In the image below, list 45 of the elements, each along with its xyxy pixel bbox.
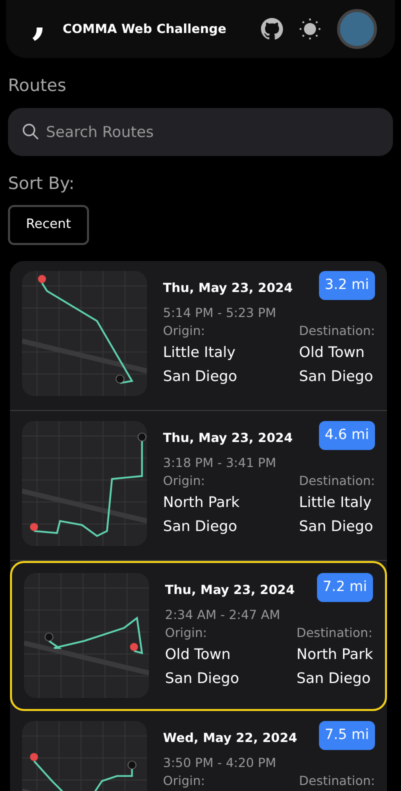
distance-badge: 7.2 mi <box>316 572 373 602</box>
sun-icon[interactable] <box>299 18 321 40</box>
app-title: COMMA Web Challenge <box>62 20 226 38</box>
origin-label: Origin: <box>163 472 206 490</box>
distance-badge: 4.6 mi <box>318 420 375 450</box>
comma-logo: , <box>32 0 47 41</box>
route-item[interactable]: Wed, May 22, 2024 7.5 mi 3:50 PM - 4:20 PM Origin: Destination: <box>10 710 387 791</box>
origin-place: San Diego <box>165 670 240 689</box>
route-date: Thu, May 23, 2024 <box>163 428 293 447</box>
avatar[interactable] <box>337 9 377 49</box>
github-icon[interactable] <box>261 18 283 40</box>
destination-label: Destination: <box>299 772 375 790</box>
destination-place: San Diego <box>299 368 374 387</box>
route-time: 5:14 PM - 5:23 PM <box>163 304 278 322</box>
route-item[interactable]: Thu, May 23, 2024 4.6 mi 3:18 PM - 3:41 PM Origin: North Park San Diego Destination: Little Italy San Diego <box>10 410 387 560</box>
destination-place: San Diego <box>299 518 374 537</box>
sort-label: Sort By: <box>8 172 76 196</box>
destination-place: Little Italy <box>299 494 373 513</box>
origin-place: San Diego <box>163 518 238 537</box>
origin-label: Origin: <box>163 322 206 340</box>
destination-label: Destination: <box>299 322 375 340</box>
origin-place: Old Town <box>165 646 232 665</box>
section-heading: Routes <box>8 75 68 98</box>
origin-place: San Diego <box>163 368 238 387</box>
distance-badge: 7.5 mi <box>318 720 375 750</box>
route-date: Thu, May 23, 2024 <box>165 580 295 599</box>
destination-label: Destination: <box>299 472 375 490</box>
route-date: Wed, May 22, 2024 <box>163 728 298 747</box>
route-item[interactable]: Thu, May 23, 2024 7.2 mi 2:34 AM - 2:47 AM Origin: Old Town San Diego Destination: North Park San Diego <box>10 560 387 710</box>
distance-badge: 3.2 mi <box>318 270 375 300</box>
route-time: 2:34 AM - 2:47 AM <box>165 606 282 624</box>
origin-place: Little Italy <box>163 344 236 363</box>
route-time: 3:50 PM - 4:20 PM <box>163 754 278 772</box>
origin-place: North Park <box>163 494 240 513</box>
destination-label: Destination: <box>296 624 373 642</box>
route-date: Thu, May 23, 2024 <box>163 278 293 297</box>
origin-label: Origin: <box>163 772 205 790</box>
route-time: 3:18 PM - 3:41 PM <box>163 454 278 472</box>
sort-button[interactable]: Recent <box>8 205 89 244</box>
route-item[interactable]: Thu, May 23, 2024 3.2 mi 5:14 PM - 5:23 PM Origin: Little Italy San Diego Destination: Old Town San Diego <box>10 260 387 410</box>
origin-label: Origin: <box>165 624 208 642</box>
destination-place: North Park <box>296 646 373 665</box>
destination-place: Old Town <box>299 344 366 363</box>
destination-place: San Diego <box>296 670 372 689</box>
search-field[interactable]: Search Routes <box>8 108 393 156</box>
